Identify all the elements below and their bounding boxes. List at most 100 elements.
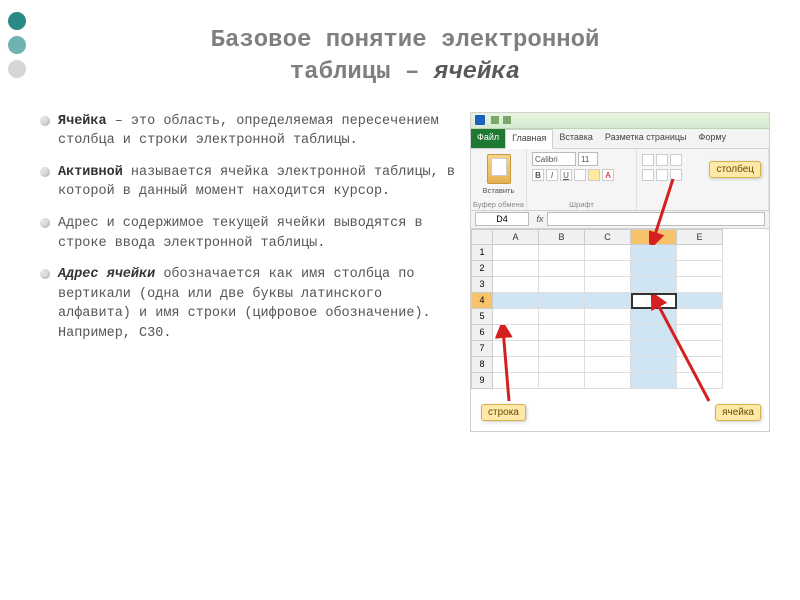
cell[interactable] [493, 309, 539, 325]
tab-insert[interactable]: Вставка [553, 129, 598, 148]
row-header[interactable]: 6 [471, 325, 493, 341]
cell[interactable] [677, 277, 723, 293]
row-header[interactable]: 9 [471, 373, 493, 389]
font-color-button[interactable]: A [602, 169, 614, 181]
bullet-item: Адрес и содержимое текущей ячейки выводя… [40, 214, 458, 253]
paste-label: Вставить [476, 186, 521, 195]
bullet-bold: Активной [58, 165, 123, 180]
cell[interactable] [677, 261, 723, 277]
arrow-cell-icon [649, 295, 719, 405]
content-row: Ячейка – это область, определяемая перес… [40, 112, 770, 432]
tab-file[interactable]: Файл [471, 129, 505, 148]
arrow-row-icon [495, 325, 519, 405]
fx-icon[interactable]: fx [533, 214, 547, 224]
cell[interactable] [493, 293, 539, 309]
cell[interactable] [585, 309, 631, 325]
formula-bar-row: D4 fx [471, 211, 769, 229]
bullet-list: Ячейка – это область, определяемая перес… [40, 112, 458, 432]
row-header[interactable]: 5 [471, 309, 493, 325]
cell[interactable] [539, 341, 585, 357]
cell[interactable] [539, 357, 585, 373]
ribbon-group-clipboard: Вставить Буфер обмена [471, 149, 527, 210]
underline-button[interactable]: U [560, 169, 572, 181]
cell[interactable] [631, 261, 677, 277]
cell[interactable] [539, 373, 585, 389]
ribbon-group-font: Calibri 11 B I U A Шрифт [527, 149, 637, 210]
callout-row: строка [481, 404, 526, 421]
align-button[interactable] [656, 154, 668, 166]
bold-button[interactable]: B [532, 169, 544, 181]
cell[interactable] [677, 245, 723, 261]
bullet-item: Ячейка – это область, определяемая перес… [40, 112, 458, 151]
fill-color-button[interactable] [588, 169, 600, 181]
cell[interactable] [539, 293, 585, 309]
row-header-highlight[interactable]: 4 [471, 293, 493, 309]
dot-icon [8, 60, 26, 78]
title-line1: Базовое понятие электронной [211, 27, 600, 54]
tab-formulas[interactable]: Форму [693, 129, 733, 148]
slide-title: Базовое понятие электронной таблицы – яч… [40, 25, 770, 90]
align-button[interactable] [642, 154, 654, 166]
col-header[interactable]: E [677, 229, 723, 245]
excel-screenshot: Файл Главная Вставка Разметка страницы Ф… [470, 112, 770, 432]
italic-button[interactable]: I [546, 169, 558, 181]
cell[interactable] [585, 293, 631, 309]
name-box[interactable]: D4 [475, 212, 529, 226]
ribbon-tabs: Файл Главная Вставка Разметка страницы Ф… [471, 129, 769, 149]
cell[interactable] [493, 245, 539, 261]
row-header[interactable]: 2 [471, 261, 493, 277]
align-button[interactable] [670, 154, 682, 166]
callout-column: столбец [709, 161, 761, 178]
cell[interactable] [539, 309, 585, 325]
column-headers: A B C D E [471, 229, 769, 245]
bullet-item: Активной называется ячейка электронной т… [40, 163, 458, 202]
tab-home[interactable]: Главная [505, 129, 553, 149]
cell[interactable] [585, 245, 631, 261]
cell[interactable] [585, 261, 631, 277]
col-header[interactable]: C [585, 229, 631, 245]
dot-icon [8, 12, 26, 30]
row-header[interactable]: 7 [471, 341, 493, 357]
slide: Базовое понятие электронной таблицы – яч… [0, 0, 800, 600]
cell[interactable] [585, 373, 631, 389]
font-size-select[interactable]: 11 [578, 152, 598, 166]
cell[interactable] [585, 277, 631, 293]
title-line2-prefix: таблицы – [290, 59, 434, 86]
cell[interactable] [539, 245, 585, 261]
row-header[interactable]: 1 [471, 245, 493, 261]
save-icon [475, 115, 485, 125]
quick-access-bar [471, 113, 769, 129]
select-all-corner[interactable] [471, 229, 493, 245]
cell[interactable] [539, 325, 585, 341]
arrow-column-icon [649, 175, 677, 245]
ribbon: Вставить Буфер обмена Calibri 11 B I U A [471, 149, 769, 211]
tab-layout[interactable]: Разметка страницы [599, 129, 693, 148]
cell[interactable] [539, 261, 585, 277]
paste-icon[interactable] [487, 154, 511, 184]
cell[interactable] [585, 341, 631, 357]
bullet-text: Адрес и содержимое текущей ячейки выводя… [58, 216, 423, 251]
bullet-item: Адрес ячейки обозначается как имя столбц… [40, 265, 458, 343]
row-header[interactable]: 8 [471, 357, 493, 373]
cell[interactable] [493, 277, 539, 293]
dot-icon [8, 36, 26, 54]
clipboard-group-label: Буфер обмена [471, 200, 526, 209]
col-header[interactable]: A [493, 229, 539, 245]
cell[interactable] [493, 261, 539, 277]
decor-dots [8, 12, 26, 78]
bullet-bold: Ячейка [58, 114, 107, 129]
bullet-bold-italic: Адрес ячейки [58, 267, 155, 282]
col-header[interactable]: B [539, 229, 585, 245]
font-group-label: Шрифт [527, 200, 636, 209]
redo-icon [503, 116, 511, 124]
row-header[interactable]: 3 [471, 277, 493, 293]
font-name-select[interactable]: Calibri [532, 152, 576, 166]
cell[interactable] [631, 245, 677, 261]
border-button[interactable] [574, 169, 586, 181]
callout-cell: ячейка [715, 404, 761, 421]
cell[interactable] [585, 325, 631, 341]
undo-icon [491, 116, 499, 124]
cell[interactable] [585, 357, 631, 373]
cell[interactable] [539, 277, 585, 293]
cell[interactable] [631, 277, 677, 293]
